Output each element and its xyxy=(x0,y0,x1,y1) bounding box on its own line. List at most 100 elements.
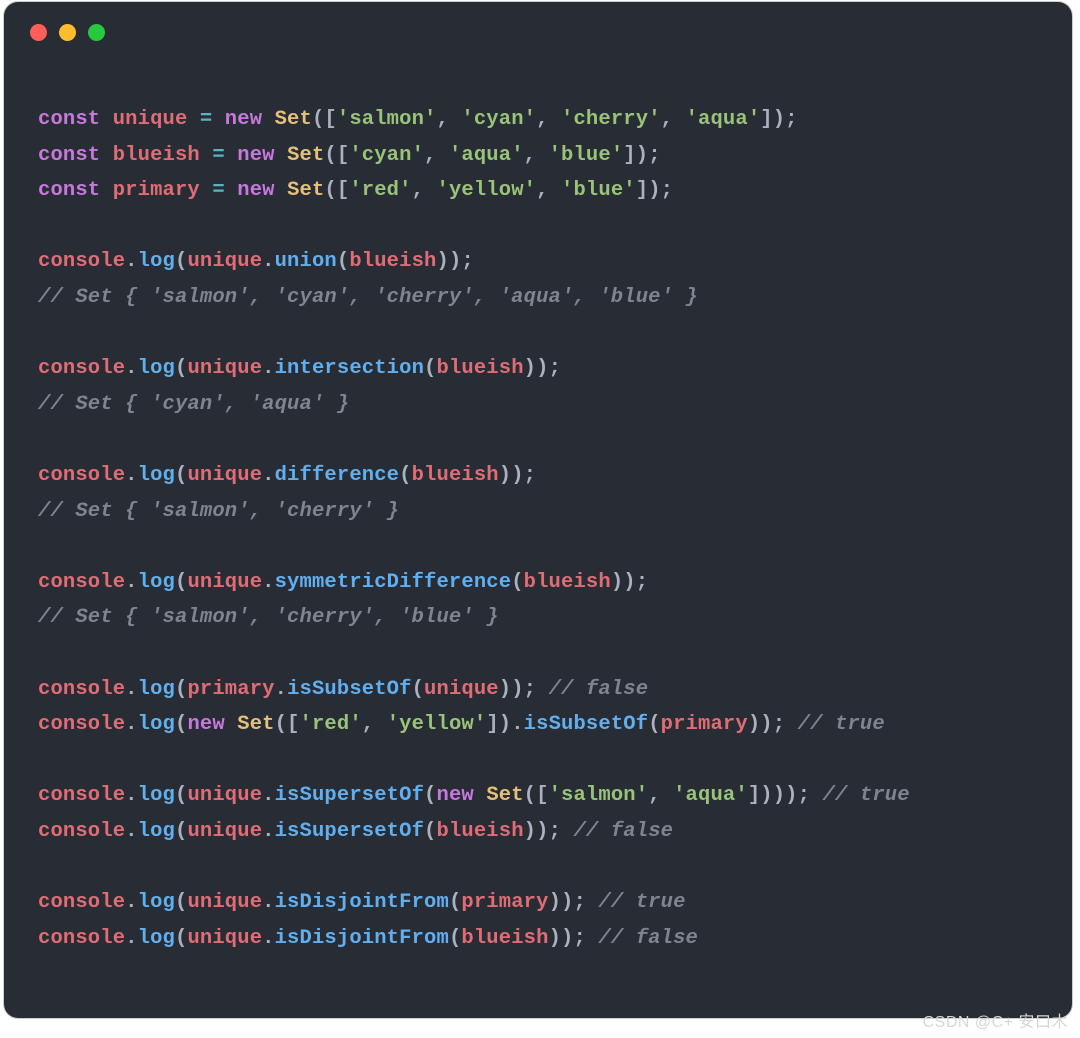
code-token: log xyxy=(138,784,175,807)
code-token: primary xyxy=(187,678,274,701)
code-token: )); xyxy=(437,250,474,273)
code-token: , xyxy=(661,108,686,131)
code-token: )); xyxy=(748,713,798,736)
code-token: new xyxy=(237,144,274,167)
code-token: ( xyxy=(175,891,187,914)
code-token: console xyxy=(38,820,125,843)
code-token: . xyxy=(262,250,274,273)
code-token: 'red' xyxy=(349,179,411,202)
code-token: , xyxy=(536,108,561,131)
code-token: log xyxy=(138,357,175,380)
code-token: ( xyxy=(175,571,187,594)
code-token: log xyxy=(138,820,175,843)
code-token: // false xyxy=(573,820,673,843)
code-token: ( xyxy=(175,464,187,487)
code-token: ( xyxy=(337,250,349,273)
code-token xyxy=(100,179,112,202)
code-token: unique xyxy=(187,464,262,487)
code-token: ( xyxy=(412,678,424,701)
code-token: 'yellow' xyxy=(437,179,537,202)
close-icon[interactable] xyxy=(30,24,47,41)
code-token: ( xyxy=(648,713,660,736)
code-token xyxy=(474,784,486,807)
code-token: const xyxy=(38,179,100,202)
code-token: , xyxy=(524,144,549,167)
code-token: symmetricDifference xyxy=(275,571,512,594)
code-token: ([ xyxy=(324,144,349,167)
code-token: ( xyxy=(175,784,187,807)
code-token: . xyxy=(125,464,137,487)
code-token: Set xyxy=(275,108,312,131)
code-token: 'aqua' xyxy=(673,784,748,807)
code-block: const unique = new Set(['salmon', 'cyan'… xyxy=(4,62,1072,956)
code-token: primary xyxy=(461,891,548,914)
code-token: new xyxy=(437,784,474,807)
code-token: console xyxy=(38,927,125,950)
code-token: blueish xyxy=(113,144,200,167)
code-token: . xyxy=(125,820,137,843)
code-token: 'salmon' xyxy=(549,784,649,807)
code-token: console xyxy=(38,891,125,914)
code-token: log xyxy=(138,927,175,950)
code-token: unique xyxy=(187,820,262,843)
code-token: ( xyxy=(449,927,461,950)
minimize-icon[interactable] xyxy=(59,24,76,41)
code-token xyxy=(225,179,237,202)
code-token: primary xyxy=(113,179,200,202)
code-token: 'cyan' xyxy=(349,144,424,167)
code-token: // true xyxy=(823,784,910,807)
code-token: unique xyxy=(113,108,188,131)
code-token: blueish xyxy=(437,820,524,843)
code-line: // Set { 'salmon', 'cherry', 'blue' } xyxy=(38,606,499,629)
code-token: )); xyxy=(549,891,599,914)
code-token xyxy=(275,179,287,202)
code-line: console.log(new Set(['red', 'yellow']).i… xyxy=(38,713,885,736)
code-token: . xyxy=(125,571,137,594)
code-token xyxy=(187,108,199,131)
code-line: console.log(unique.isSupersetOf(new Set(… xyxy=(38,784,910,807)
code-token: )); xyxy=(499,464,536,487)
code-token: ]); xyxy=(760,108,797,131)
code-token: isDisjointFrom xyxy=(275,927,449,950)
code-token xyxy=(225,713,237,736)
code-token: primary xyxy=(661,713,748,736)
code-token: )); xyxy=(549,927,599,950)
code-token: , xyxy=(648,784,673,807)
code-token: isSubsetOf xyxy=(524,713,649,736)
code-token: // Set { 'cyan', 'aqua' } xyxy=(38,393,349,416)
code-token: 'yellow' xyxy=(387,713,487,736)
code-token: Set xyxy=(287,179,324,202)
code-token: , xyxy=(362,713,387,736)
code-token: unique xyxy=(187,571,262,594)
code-token: new xyxy=(237,179,274,202)
code-token xyxy=(200,144,212,167)
code-token: ( xyxy=(175,820,187,843)
code-token: . xyxy=(125,357,137,380)
code-line: console.log(unique.isDisjointFrom(blueis… xyxy=(38,927,698,950)
code-token xyxy=(262,108,274,131)
code-token: ( xyxy=(399,464,411,487)
maximize-icon[interactable] xyxy=(88,24,105,41)
code-token: log xyxy=(138,250,175,273)
code-token: = xyxy=(212,144,224,167)
code-token: ( xyxy=(424,357,436,380)
code-line: // Set { 'cyan', 'aqua' } xyxy=(38,393,349,416)
code-token xyxy=(275,144,287,167)
code-line: console.log(unique.isDisjointFrom(primar… xyxy=(38,891,686,914)
code-token: Set xyxy=(287,144,324,167)
code-token: . xyxy=(125,250,137,273)
code-token: . xyxy=(262,784,274,807)
code-token: blueish xyxy=(461,927,548,950)
code-line: console.log(unique.intersection(blueish)… xyxy=(38,357,561,380)
code-token: )); xyxy=(611,571,648,594)
code-line: console.log(unique.isSupersetOf(blueish)… xyxy=(38,820,673,843)
code-token: // false xyxy=(549,678,649,701)
code-token: 'salmon' xyxy=(337,108,437,131)
code-token: // false xyxy=(598,927,698,950)
code-token: ( xyxy=(175,927,187,950)
code-token: console xyxy=(38,784,125,807)
code-token: log xyxy=(138,571,175,594)
code-token: isSupersetOf xyxy=(275,784,424,807)
code-token: console xyxy=(38,571,125,594)
code-line: console.log(unique.difference(blueish)); xyxy=(38,464,536,487)
